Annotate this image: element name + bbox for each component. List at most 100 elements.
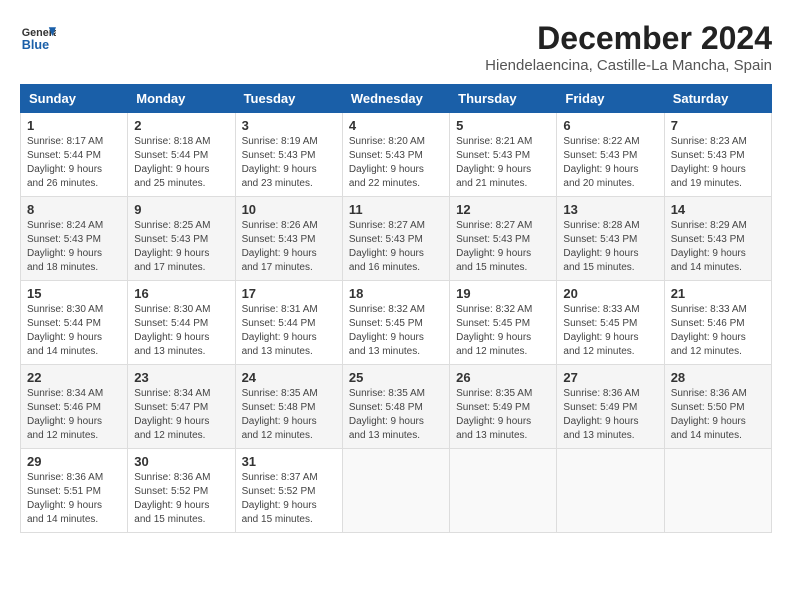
- day-number: 17: [242, 286, 336, 301]
- calendar-cell: [342, 449, 449, 533]
- day-info: Sunrise: 8:36 AM Sunset: 5:52 PM Dayligh…: [134, 471, 228, 527]
- day-number: 26: [456, 370, 550, 385]
- calendar-cell: 21 Sunrise: 8:33 AM Sunset: 5:46 PM Dayli…: [664, 281, 771, 365]
- calendar-cell: 17 Sunrise: 8:31 AM Sunset: 5:44 PM Dayli…: [235, 281, 342, 365]
- day-number: 25: [349, 370, 443, 385]
- calendar-cell: 31Sunrise: 8:37 AM Sunset: 5:52 PM Dayli…: [235, 449, 342, 533]
- calendar-cell: 25Sunrise: 8:35 AM Sunset: 5:48 PM Dayli…: [342, 365, 449, 449]
- calendar-week-1: 1 Sunrise: 8:17 AM Sunset: 5:44 PM Daylig…: [21, 113, 772, 197]
- calendar-cell: 20Sunrise: 8:33 AM Sunset: 5:45 PM Dayli…: [557, 281, 664, 365]
- day-number: 6: [563, 118, 657, 133]
- calendar-header-tuesday: Tuesday: [235, 85, 342, 113]
- calendar-cell: 30 Sunrise: 8:36 AM Sunset: 5:52 PM Dayli…: [128, 449, 235, 533]
- title-area: December 2024 Hiendelaencina, Castille-L…: [485, 20, 772, 74]
- day-info: Sunrise: 8:35 AM Sunset: 5:48 PM Dayligh…: [242, 387, 336, 443]
- day-info: Sunrise: 8:24 AM Sunset: 5:43 PM Dayligh…: [27, 219, 121, 275]
- calendar-cell: 9Sunrise: 8:25 AM Sunset: 5:43 PM Daylig…: [128, 197, 235, 281]
- day-info: Sunrise: 8:20 AM Sunset: 5:43 PM Dayligh…: [349, 135, 443, 191]
- day-number: 31: [242, 454, 336, 469]
- calendar-cell: 26 Sunrise: 8:35 AM Sunset: 5:49 PM Dayli…: [450, 365, 557, 449]
- day-number: 14: [671, 202, 765, 217]
- calendar-cell: 19 Sunrise: 8:32 AM Sunset: 5:45 PM Dayli…: [450, 281, 557, 365]
- day-info: Sunrise: 8:32 AM Sunset: 5:45 PM Dayligh…: [349, 303, 443, 359]
- day-number: 28: [671, 370, 765, 385]
- day-number: 12: [456, 202, 550, 217]
- day-info: Sunrise: 8:17 AM Sunset: 5:44 PM Dayligh…: [27, 135, 121, 191]
- day-info: Sunrise: 8:33 AM Sunset: 5:46 PM Dayligh…: [671, 303, 765, 359]
- day-number: 30: [134, 454, 228, 469]
- calendar-header-wednesday: Wednesday: [342, 85, 449, 113]
- calendar-cell: 18Sunrise: 8:32 AM Sunset: 5:45 PM Dayli…: [342, 281, 449, 365]
- calendar-cell: 23Sunrise: 8:34 AM Sunset: 5:47 PM Dayli…: [128, 365, 235, 449]
- day-info: Sunrise: 8:35 AM Sunset: 5:49 PM Dayligh…: [456, 387, 550, 443]
- day-info: Sunrise: 8:31 AM Sunset: 5:44 PM Dayligh…: [242, 303, 336, 359]
- svg-text:Blue: Blue: [22, 38, 49, 52]
- day-info: Sunrise: 8:26 AM Sunset: 5:43 PM Dayligh…: [242, 219, 336, 275]
- day-number: 15: [27, 286, 121, 301]
- day-number: 19: [456, 286, 550, 301]
- day-number: 2: [134, 118, 228, 133]
- day-number: 5: [456, 118, 550, 133]
- calendar-cell: 29Sunrise: 8:36 AM Sunset: 5:51 PM Dayli…: [21, 449, 128, 533]
- day-number: 9: [134, 202, 228, 217]
- calendar-header-thursday: Thursday: [450, 85, 557, 113]
- page-header: General Blue December 2024 Hiendelaencin…: [20, 20, 772, 74]
- calendar-week-4: 22 Sunrise: 8:34 AM Sunset: 5:46 PM Dayli…: [21, 365, 772, 449]
- day-number: 22: [27, 370, 121, 385]
- calendar-cell: 13 Sunrise: 8:28 AM Sunset: 5:43 PM Dayli…: [557, 197, 664, 281]
- calendar-cell: [557, 449, 664, 533]
- day-info: Sunrise: 8:36 AM Sunset: 5:51 PM Dayligh…: [27, 471, 121, 527]
- calendar-cell: [664, 449, 771, 533]
- day-number: 13: [563, 202, 657, 217]
- day-info: Sunrise: 8:27 AM Sunset: 5:43 PM Dayligh…: [349, 219, 443, 275]
- calendar-cell: 4 Sunrise: 8:20 AM Sunset: 5:43 PM Daylig…: [342, 113, 449, 197]
- calendar-cell: 24 Sunrise: 8:35 AM Sunset: 5:48 PM Dayli…: [235, 365, 342, 449]
- calendar-week-2: 8 Sunrise: 8:24 AM Sunset: 5:43 PM Daylig…: [21, 197, 772, 281]
- day-info: Sunrise: 8:36 AM Sunset: 5:49 PM Dayligh…: [563, 387, 657, 443]
- calendar-week-3: 15 Sunrise: 8:30 AM Sunset: 5:44 PM Dayli…: [21, 281, 772, 365]
- calendar-header-row: SundayMondayTuesdayWednesdayThursdayFrid…: [21, 85, 772, 113]
- day-number: 27: [563, 370, 657, 385]
- day-info: Sunrise: 8:27 AM Sunset: 5:43 PM Dayligh…: [456, 219, 550, 275]
- day-number: 24: [242, 370, 336, 385]
- page-subtitle: Hiendelaencina, Castille-La Mancha, Spai…: [485, 57, 772, 74]
- calendar-header-monday: Monday: [128, 85, 235, 113]
- calendar-cell: 2Sunrise: 8:18 AM Sunset: 5:44 PM Daylig…: [128, 113, 235, 197]
- day-number: 16: [134, 286, 228, 301]
- calendar-cell: 15 Sunrise: 8:30 AM Sunset: 5:44 PM Dayli…: [21, 281, 128, 365]
- calendar-cell: 22 Sunrise: 8:34 AM Sunset: 5:46 PM Dayli…: [21, 365, 128, 449]
- calendar-cell: 1 Sunrise: 8:17 AM Sunset: 5:44 PM Daylig…: [21, 113, 128, 197]
- day-info: Sunrise: 8:30 AM Sunset: 5:44 PM Dayligh…: [27, 303, 121, 359]
- day-info: Sunrise: 8:33 AM Sunset: 5:45 PM Dayligh…: [563, 303, 657, 359]
- calendar-cell: 5 Sunrise: 8:21 AM Sunset: 5:43 PM Daylig…: [450, 113, 557, 197]
- calendar-cell: 27 Sunrise: 8:36 AM Sunset: 5:49 PM Dayli…: [557, 365, 664, 449]
- day-info: Sunrise: 8:36 AM Sunset: 5:50 PM Dayligh…: [671, 387, 765, 443]
- day-number: 4: [349, 118, 443, 133]
- day-number: 21: [671, 286, 765, 301]
- calendar-cell: 7 Sunrise: 8:23 AM Sunset: 5:43 PM Daylig…: [664, 113, 771, 197]
- day-info: Sunrise: 8:23 AM Sunset: 5:43 PM Dayligh…: [671, 135, 765, 191]
- calendar-cell: 28 Sunrise: 8:36 AM Sunset: 5:50 PM Dayli…: [664, 365, 771, 449]
- calendar-header-friday: Friday: [557, 85, 664, 113]
- calendar-cell: 12 Sunrise: 8:27 AM Sunset: 5:43 PM Dayli…: [450, 197, 557, 281]
- calendar-cell: 11Sunrise: 8:27 AM Sunset: 5:43 PM Dayli…: [342, 197, 449, 281]
- calendar-cell: 10Sunrise: 8:26 AM Sunset: 5:43 PM Dayli…: [235, 197, 342, 281]
- calendar-header-saturday: Saturday: [664, 85, 771, 113]
- day-info: Sunrise: 8:34 AM Sunset: 5:46 PM Dayligh…: [27, 387, 121, 443]
- calendar-cell: 3Sunrise: 8:19 AM Sunset: 5:43 PM Daylig…: [235, 113, 342, 197]
- calendar-table: SundayMondayTuesdayWednesdayThursdayFrid…: [20, 84, 772, 533]
- day-info: Sunrise: 8:28 AM Sunset: 5:43 PM Dayligh…: [563, 219, 657, 275]
- day-info: Sunrise: 8:19 AM Sunset: 5:43 PM Dayligh…: [242, 135, 336, 191]
- day-number: 23: [134, 370, 228, 385]
- calendar-header-sunday: Sunday: [21, 85, 128, 113]
- day-number: 7: [671, 118, 765, 133]
- day-info: Sunrise: 8:30 AM Sunset: 5:44 PM Dayligh…: [134, 303, 228, 359]
- logo: General Blue: [20, 20, 60, 56]
- day-number: 8: [27, 202, 121, 217]
- calendar-cell: 16 Sunrise: 8:30 AM Sunset: 5:44 PM Dayli…: [128, 281, 235, 365]
- day-info: Sunrise: 8:32 AM Sunset: 5:45 PM Dayligh…: [456, 303, 550, 359]
- day-number: 1: [27, 118, 121, 133]
- calendar-cell: 6 Sunrise: 8:22 AM Sunset: 5:43 PM Daylig…: [557, 113, 664, 197]
- day-info: Sunrise: 8:21 AM Sunset: 5:43 PM Dayligh…: [456, 135, 550, 191]
- day-info: Sunrise: 8:22 AM Sunset: 5:43 PM Dayligh…: [563, 135, 657, 191]
